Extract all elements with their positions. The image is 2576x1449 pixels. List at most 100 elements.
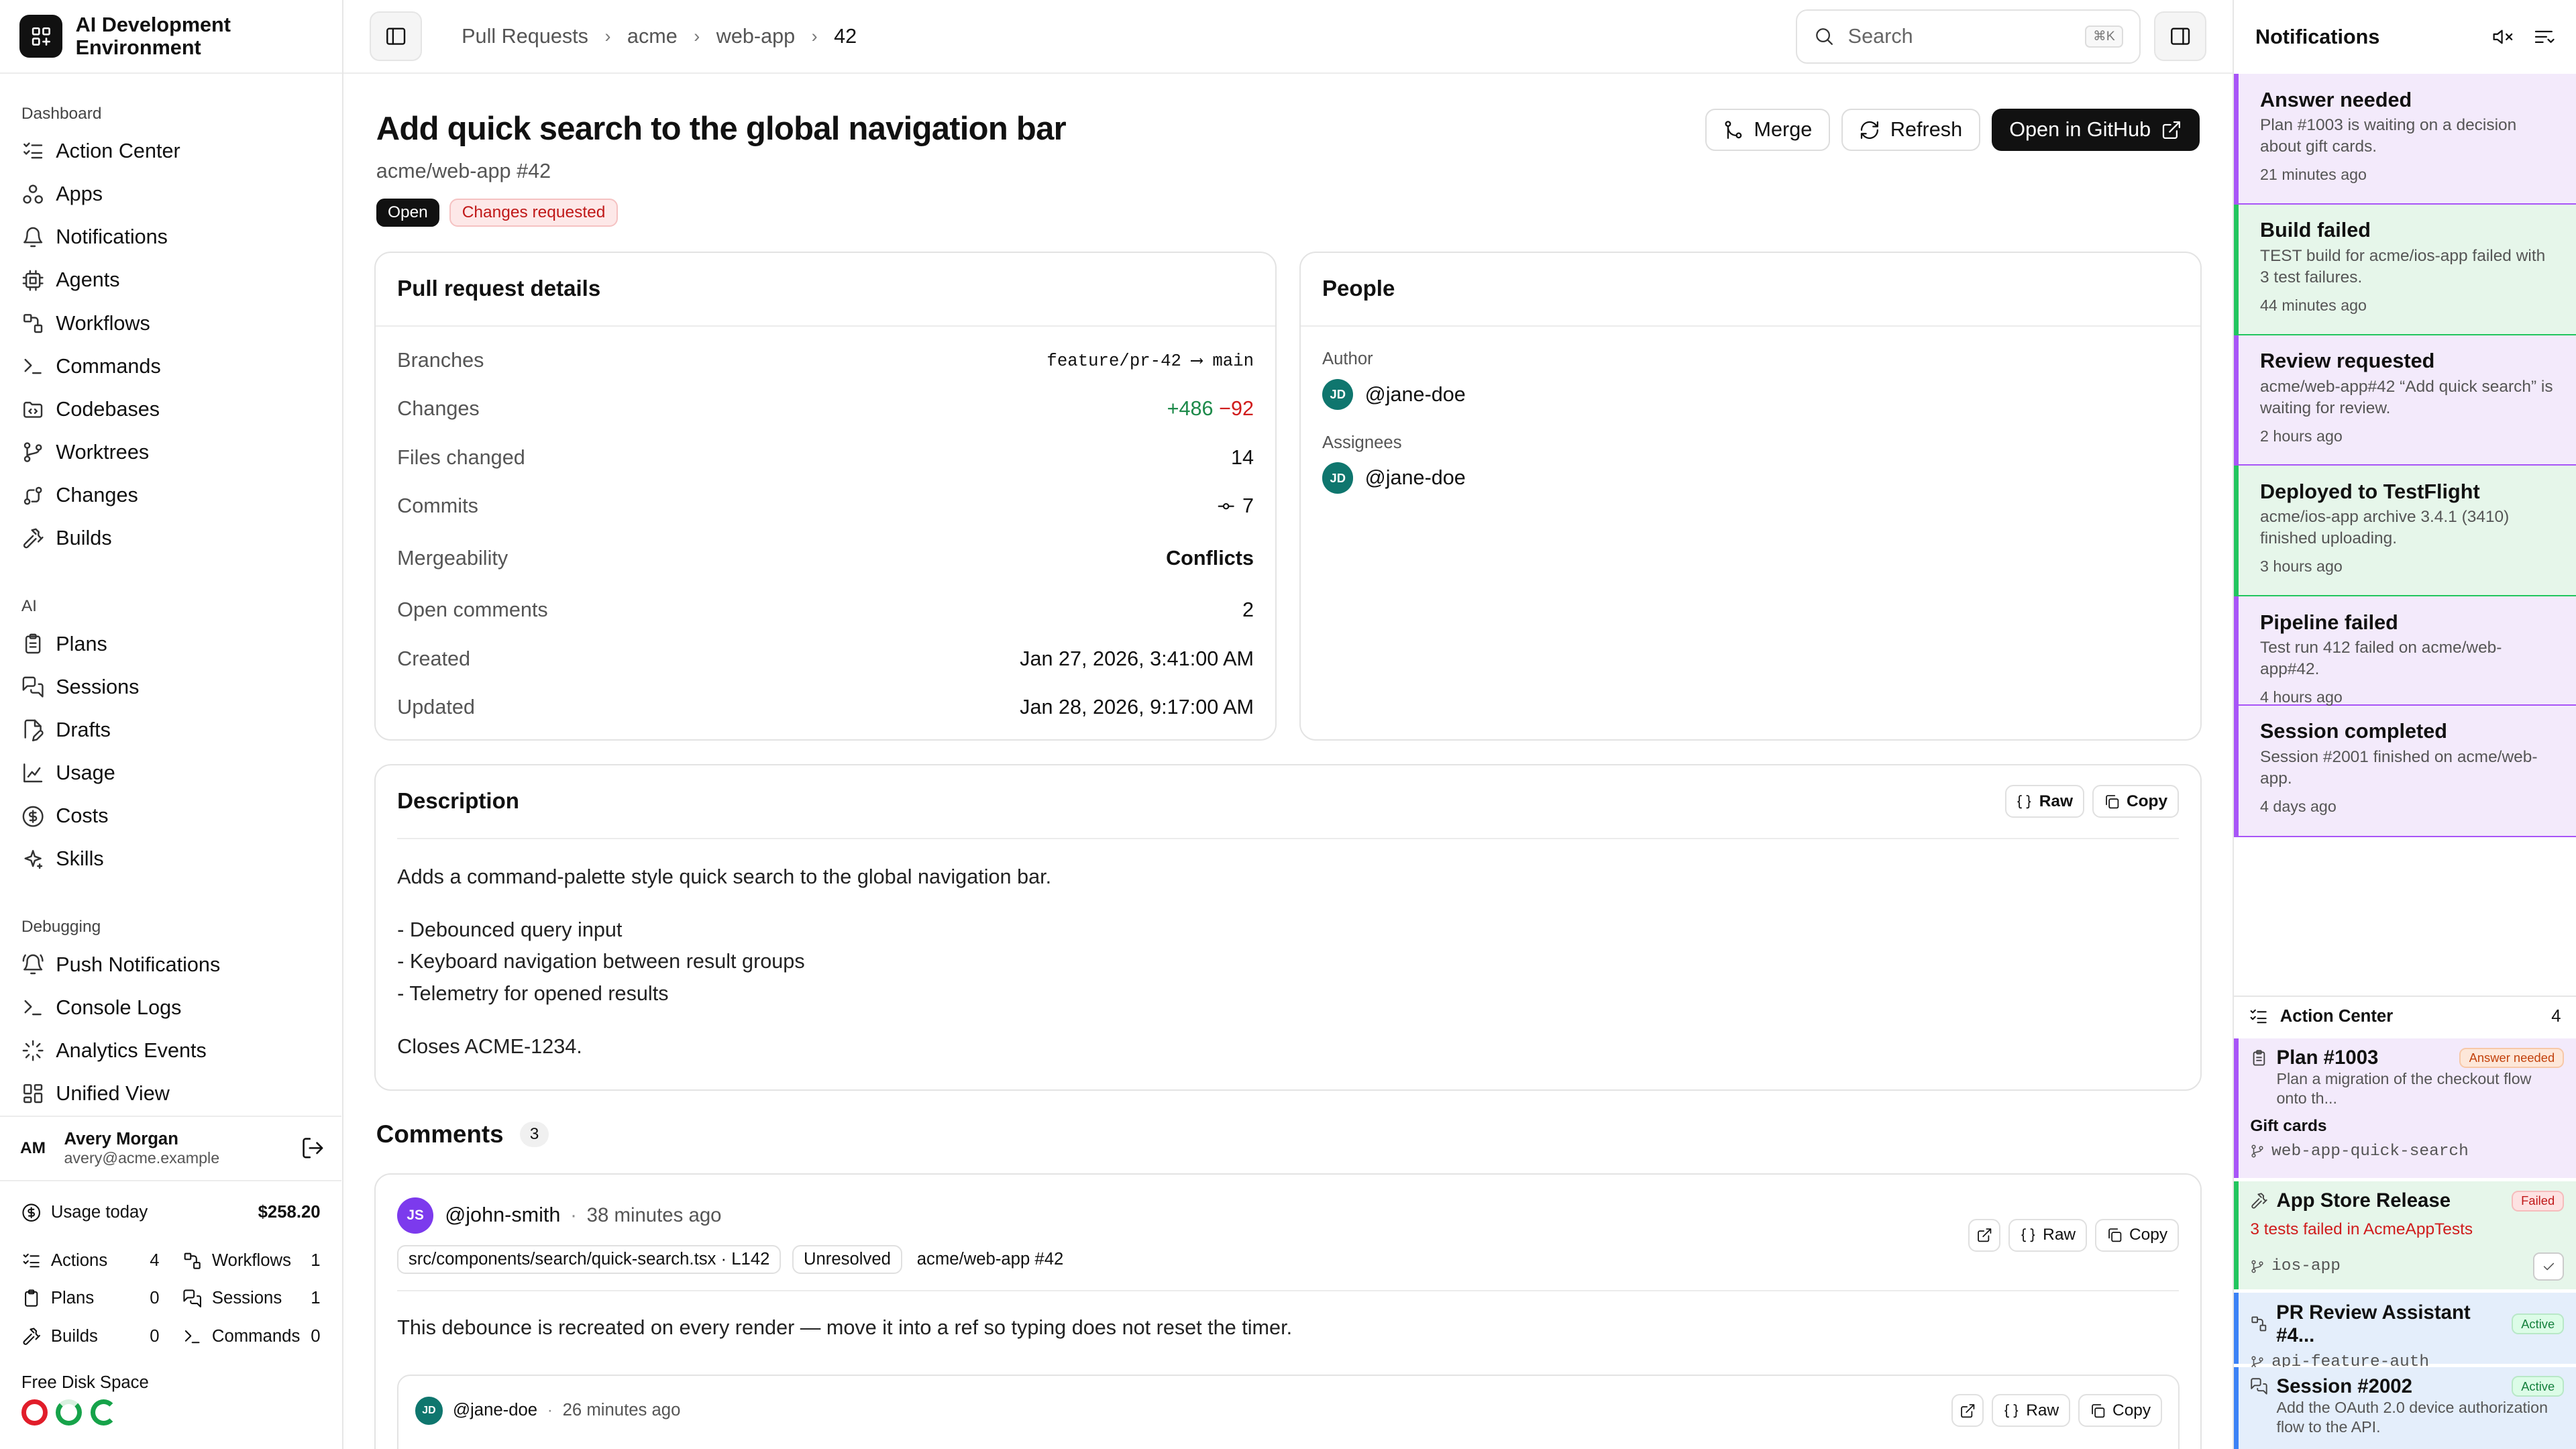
- user-profile[interactable]: AM Avery Morgan avery@acme.example: [0, 1115, 342, 1181]
- sidebar-item-workflows[interactable]: Workflows: [0, 302, 342, 345]
- raw-button[interactable]: Raw: [2004, 785, 2084, 818]
- sidebar-item-worktrees[interactable]: Worktrees: [0, 431, 342, 474]
- sidebar-item-push-notifications[interactable]: Push Notifications: [0, 943, 342, 986]
- sidebar-item-builds[interactable]: Builds: [0, 517, 342, 560]
- notification-item[interactable]: Deployed to TestFlight acme/ios-app archi…: [2234, 466, 2576, 596]
- sidebar-item-notifications[interactable]: Notifications: [0, 216, 342, 259]
- mute-icon[interactable]: [2492, 26, 2514, 48]
- raw-label: Raw: [2039, 792, 2074, 810]
- action-item[interactable]: PR Review Assistant #4... Active api-feat…: [2234, 1293, 2576, 1371]
- stat-value: 4: [150, 1251, 160, 1271]
- sidebar-item-plans[interactable]: Plans: [0, 623, 342, 665]
- raw-button[interactable]: Raw: [2008, 1218, 2087, 1252]
- sidebar-item-changes[interactable]: Changes: [0, 474, 342, 517]
- sidebar-item-analytics-events[interactable]: Analytics Events: [0, 1029, 342, 1072]
- breadcrumb-acme[interactable]: acme: [627, 25, 678, 48]
- sidebar-item-usage[interactable]: Usage: [0, 752, 342, 795]
- toggle-right-panel-button[interactable]: [2153, 11, 2206, 61]
- sidebar-item-label: Codebases: [56, 397, 160, 421]
- action-item[interactable]: Session #2002 Active Add the OAuth 2.0 de…: [2234, 1366, 2576, 1449]
- copy-button[interactable]: Copy: [2092, 785, 2179, 818]
- stat-plans[interactable]: Plans 0: [21, 1280, 160, 1318]
- git-branch-icon: [23, 442, 42, 463]
- separator-dot: ·: [570, 1203, 577, 1226]
- disk-ring[interactable]: [90, 1399, 117, 1426]
- notification-title: Build failed: [2260, 219, 2371, 242]
- refresh-button[interactable]: Refresh: [1841, 108, 1980, 152]
- sidebar-item-sessions[interactable]: Sessions: [0, 665, 342, 708]
- reply-author[interactable]: @jane-doe: [453, 1401, 537, 1420]
- comments-header: Comments 3: [376, 1120, 549, 1148]
- stat-workflows[interactable]: Workflows 1: [182, 1242, 321, 1279]
- open-in-github-button[interactable]: Open in GitHub: [1991, 108, 2200, 152]
- dismiss-button[interactable]: [2532, 1252, 2565, 1281]
- toggle-sidebar-button[interactable]: [370, 11, 423, 61]
- action-center-count: 4: [2551, 1007, 2561, 1026]
- action-item[interactable]: Plan #1003 Answer needed Plan a migration…: [2234, 1038, 2576, 1178]
- detail-commits: Commits 7: [376, 482, 1275, 530]
- deletions: −92: [1219, 397, 1254, 421]
- filter-list-icon[interactable]: [2533, 26, 2555, 48]
- copy-button[interactable]: Copy: [2095, 1218, 2179, 1252]
- review-badge: Changes requested: [449, 199, 619, 227]
- sidebar-item-label: Worktrees: [56, 441, 150, 464]
- author-row[interactable]: JD @jane-doe: [1301, 378, 2200, 411]
- hammer-icon: [23, 528, 44, 549]
- page-title: Add quick search to the global navigatio…: [376, 111, 1067, 148]
- merge-button[interactable]: Merge: [1705, 108, 1830, 152]
- open-link-button[interactable]: [1951, 1394, 1984, 1428]
- action-center-header[interactable]: Action Center 4: [2234, 996, 2576, 1036]
- usage-today[interactable]: Usage today $258.20: [21, 1196, 321, 1229]
- pr-ref[interactable]: acme/web-app #42: [917, 1250, 1064, 1269]
- notification-item[interactable]: Answer needed Plan #1003 is waiting on a …: [2234, 74, 2576, 205]
- action-item[interactable]: App Store Release Failed 3 tests failed i…: [2234, 1181, 2576, 1290]
- reply-header: JD @jane-doe · 26 minutes ago Raw Copy: [398, 1376, 2178, 1428]
- sidebar-item-action-center[interactable]: Action Center: [0, 129, 342, 172]
- copy-icon: [2105, 794, 2118, 808]
- brand-title: AI Development Environment: [75, 13, 231, 60]
- stat-actions[interactable]: Actions 4: [21, 1242, 160, 1279]
- files-value: 14: [1230, 445, 1254, 469]
- sidebar-item-skills[interactable]: Skills: [0, 838, 342, 881]
- stat-commands[interactable]: Commands 0: [182, 1318, 321, 1355]
- notifications-panel: Notifications Answer needed Plan #1003 is…: [2233, 0, 2576, 1449]
- file-location-chip[interactable]: src/components/search/quick-search.tsx ·…: [397, 1244, 782, 1274]
- usage-panel: Usage today $258.20 Actions 4 Workflows 1 …: [0, 1196, 341, 1355]
- assignee-row[interactable]: JD @jane-doe: [1301, 462, 2200, 494]
- sidebar-item-label: Costs: [56, 804, 109, 828]
- avatar: JS: [397, 1197, 434, 1234]
- notification-title: Answer needed: [2260, 88, 2412, 111]
- breadcrumb-pull-requests[interactable]: Pull Requests: [462, 25, 588, 48]
- stat-builds[interactable]: Builds 0: [21, 1318, 160, 1355]
- sidebar-item-label: Apps: [56, 182, 103, 206]
- sidebar-item-apps[interactable]: Apps: [0, 173, 342, 216]
- sidebar-item-commands[interactable]: Commands: [0, 345, 342, 388]
- disk-ring[interactable]: [56, 1399, 83, 1426]
- detail-branches: Branches feature/pr-42 ⟶ main: [376, 337, 1275, 385]
- sidebar-item-console-logs[interactable]: Console Logs: [0, 986, 342, 1029]
- notification-item[interactable]: Session completed Session #2001 finished …: [2234, 705, 2576, 837]
- search-input[interactable]: Search ⌘K: [1795, 9, 2141, 64]
- notification-body: acme/web-app#42 “Add quick search” is wa…: [2260, 377, 2553, 417]
- stat-value: 1: [311, 1251, 321, 1271]
- detail-mergeability: Mergeability Conflicts: [376, 531, 1275, 586]
- sidebar-item-codebases[interactable]: Codebases: [0, 388, 342, 431]
- sidebar-item-costs[interactable]: Costs: [0, 795, 342, 838]
- copy-button[interactable]: Copy: [2078, 1394, 2162, 1428]
- notification-item[interactable]: Build failed TEST build for acme/ios-app …: [2234, 204, 2576, 335]
- notification-item[interactable]: Review requested acme/web-app#42 “Add qui…: [2234, 335, 2576, 466]
- notification-item[interactable]: Pipeline failed Test run 412 failed on ac…: [2234, 596, 2576, 706]
- brand[interactable]: AI Development Environment: [0, 0, 342, 74]
- breadcrumb-web-app[interactable]: web-app: [716, 25, 795, 48]
- sidebar-item-drafts[interactable]: Drafts: [0, 708, 342, 751]
- sidebar-item-unified-view[interactable]: Unified View: [0, 1072, 342, 1115]
- logout-icon[interactable]: [301, 1136, 325, 1161]
- sidebar-item-agents[interactable]: Agents: [0, 259, 342, 302]
- disk-ring[interactable]: [21, 1399, 48, 1426]
- open-link-button[interactable]: [1968, 1218, 2000, 1252]
- github-label: Open in GitHub: [2009, 117, 2151, 141]
- stat-sessions[interactable]: Sessions 1: [182, 1280, 321, 1318]
- stat-label: Commands: [211, 1326, 301, 1346]
- comment-author[interactable]: @john-smith: [445, 1203, 560, 1227]
- raw-button[interactable]: Raw: [1992, 1394, 2070, 1428]
